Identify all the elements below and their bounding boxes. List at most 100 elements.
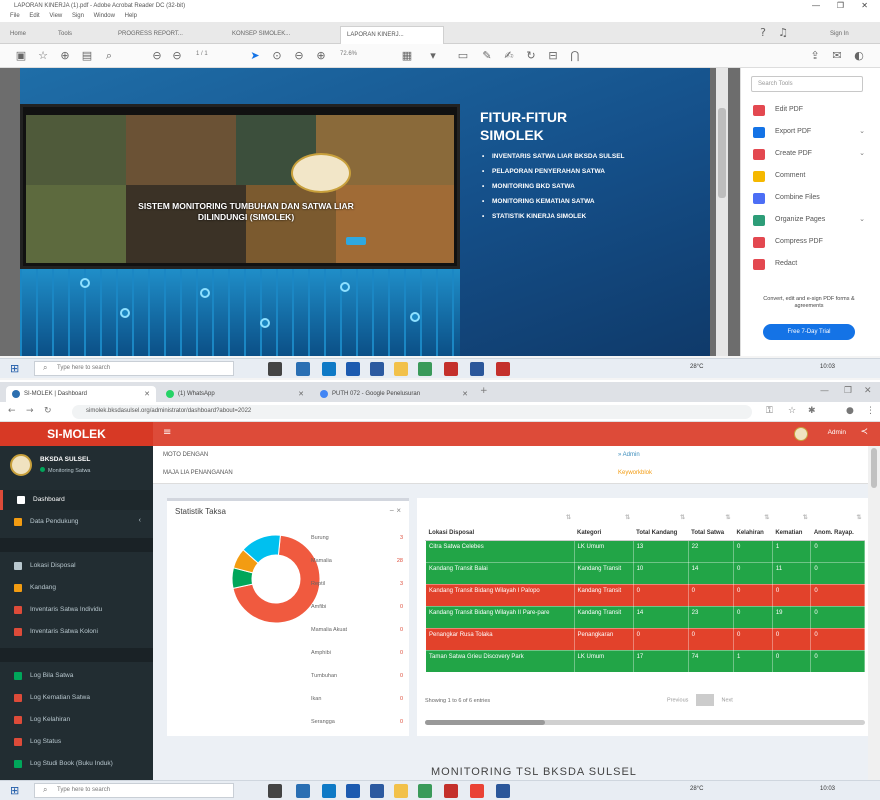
maximize-icon[interactable]: ❐ <box>837 1 844 10</box>
menu-window[interactable]: Window <box>94 13 115 19</box>
minimize-icon[interactable]: — <box>812 1 820 10</box>
share-icon[interactable]: ≺ <box>860 427 868 437</box>
weather[interactable]: 28°C <box>690 786 703 792</box>
menu-icon[interactable]: ⋮ <box>866 406 875 416</box>
clock-time[interactable]: 10:03 <box>820 786 835 792</box>
menu-sign[interactable]: Sign <box>72 13 84 19</box>
tab-simolek[interactable]: SI-MOLEK | Dashboard ✕ <box>6 386 156 402</box>
scroll-mode-icon[interactable]: ▾ <box>426 49 440 63</box>
menu-help[interactable]: Help <box>125 13 137 19</box>
document-scrollbar[interactable] <box>716 68 728 356</box>
table-header[interactable]: Anom. Rayap. ⇅ <box>810 510 865 541</box>
word-icon[interactable] <box>496 784 510 798</box>
tool-edit-pdf[interactable]: Edit PDF <box>753 104 873 120</box>
zoom-level[interactable]: 72.6% <box>340 51 357 57</box>
new-tab-icon[interactable]: + <box>480 386 488 396</box>
menu-view[interactable]: View <box>49 13 62 19</box>
email-icon[interactable]: ✉ <box>830 49 844 63</box>
tab-tools[interactable]: Tools <box>52 26 78 44</box>
tool-create-pdf[interactable]: Create PDF ⌄ <box>753 148 873 164</box>
sort-icon[interactable]: ⇅ <box>764 514 769 521</box>
forward-icon[interactable]: → <box>26 406 34 416</box>
file-explorer-icon[interactable] <box>296 784 310 798</box>
table-row[interactable]: Kandang Transit Balai Kandang Transit 10 14… <box>425 561 865 585</box>
close-tab-icon[interactable]: ✕ <box>144 390 150 398</box>
sort-icon[interactable]: ⇅ <box>856 514 861 521</box>
table-row[interactable]: Penangkar Rusa Tolaka Penangkaran 0 0 0 0 0 <box>425 627 865 651</box>
tab-whatsapp[interactable]: (1) WhatsApp ✕ <box>160 386 310 402</box>
app-icon[interactable] <box>418 784 432 798</box>
file-explorer-icon[interactable] <box>296 362 310 376</box>
hamburger-menu-icon[interactable]: ≡ <box>163 427 171 438</box>
profile-icon[interactable]: ● <box>846 406 854 416</box>
sign-in-link[interactable]: Sign In <box>824 26 855 44</box>
table-header[interactable]: Lokasi Disposal ⇅ <box>425 510 574 541</box>
share-file-icon[interactable]: ⇪ <box>808 49 822 63</box>
store-icon[interactable] <box>346 362 360 376</box>
sidebar-item-log-studi-book[interactable]: Log Studi Book (Buku Induk) <box>0 754 153 774</box>
lock-icon[interactable]: ⚿ <box>766 406 773 416</box>
sort-icon[interactable]: ⇅ <box>625 514 630 521</box>
pdf-app-icon[interactable] <box>496 362 510 376</box>
free-trial-button[interactable]: Free 7-Day Trial <box>763 324 855 340</box>
close-icon[interactable]: ✕ <box>864 386 872 396</box>
task-view-icon[interactable] <box>268 784 282 798</box>
tool-export-pdf[interactable]: Export PDF ⌄ <box>753 126 873 142</box>
mail-icon[interactable] <box>370 362 384 376</box>
table-scrollbar[interactable] <box>425 720 865 725</box>
reload-icon[interactable]: ↻ <box>44 406 52 416</box>
sign-icon[interactable]: ✍ <box>502 49 516 63</box>
folder-icon[interactable] <box>394 362 408 376</box>
highlight-icon[interactable]: ✎ <box>480 49 494 63</box>
table-row[interactable]: Kandang Transit Bidang Wilayah I Palopo K… <box>425 583 865 607</box>
store-icon[interactable] <box>346 784 360 798</box>
weather[interactable]: 28°C <box>690 364 703 370</box>
tool-redact[interactable]: Redact <box>753 258 873 274</box>
back-icon[interactable]: ← <box>8 406 16 416</box>
page-1-button[interactable] <box>695 694 714 706</box>
save-icon[interactable]: ▣ <box>14 49 28 63</box>
sidebar-item-inventaris-individu[interactable]: Inventaris Satwa Individu <box>0 600 153 620</box>
tab-doc-laporan[interactable]: LAPORAN KINERJ... <box>340 26 444 44</box>
table-header[interactable]: Kelahiran ⇅ <box>733 510 773 541</box>
simolek-brand[interactable]: SI-MOLEK <box>0 422 153 446</box>
tab-doc-progress[interactable]: PROGRESS REPORT... <box>112 26 189 44</box>
sidebar-item-log-bila-satwa[interactable]: Log Bila Satwa <box>0 666 153 686</box>
print-icon[interactable]: ▤ <box>80 49 94 63</box>
share-icon[interactable]: ↻ <box>524 49 538 63</box>
sidebar-toggle-icon[interactable]: ◐ <box>852 49 866 63</box>
fit-page-icon[interactable]: ▦ <box>400 49 414 63</box>
clock-time[interactable]: 10:03 <box>820 364 835 370</box>
task-view-icon[interactable] <box>268 362 282 376</box>
close-tab-icon[interactable]: ✕ <box>298 390 304 398</box>
table-header[interactable]: Total Kandang ⇅ <box>633 510 689 541</box>
help-icon[interactable]: ? <box>756 26 770 40</box>
hand-tool-icon[interactable]: ⊙ <box>270 49 284 63</box>
menu-edit[interactable]: Edit <box>29 13 39 19</box>
edge-icon[interactable] <box>322 784 336 798</box>
acrobat-icon[interactable] <box>444 784 458 798</box>
search-icon[interactable]: ⌕ <box>102 49 116 63</box>
url-input[interactable]: simolek.bksdasulsel.org/administrator/da… <box>72 405 752 419</box>
sidebar-item-log-status[interactable]: Log Status <box>0 732 153 752</box>
tool-compress-pdf[interactable]: Compress PDF <box>753 236 873 252</box>
sort-icon[interactable]: ⇅ <box>680 514 685 521</box>
sidebar-item-inventaris-koloni[interactable]: Inventaris Satwa Koloni <box>0 622 153 642</box>
next-page-icon[interactable]: ⊖ <box>170 49 184 63</box>
comment-icon[interactable]: ▭ <box>456 49 470 63</box>
sidebar-item-log-kelahiran[interactable]: Log Kelahiran <box>0 710 153 730</box>
box-tools[interactable]: − × <box>389 506 401 515</box>
page-counter[interactable]: 1 / 1 <box>196 51 208 57</box>
close-tab-icon[interactable]: ✕ <box>462 390 468 398</box>
sidebar-item-log-kematian[interactable]: Log Kematian Satwa <box>0 688 153 708</box>
table-row[interactable]: Kandang Transit Bidang Wilayah II Pare-p… <box>425 605 865 629</box>
extensions-icon[interactable]: ✱ <box>808 406 816 416</box>
user-avatar[interactable] <box>794 427 808 441</box>
taskbar-search[interactable]: ⌕ Type here to search <box>34 361 234 376</box>
zoom-in-icon[interactable]: ⊕ <box>314 49 328 63</box>
sidebar-item-dashboard[interactable]: Dashboard <box>0 490 153 510</box>
sort-icon[interactable]: ⇅ <box>803 514 808 521</box>
maximize-icon[interactable]: ❐ <box>844 386 852 396</box>
tool-organize-pages[interactable]: Organize Pages ⌄ <box>753 214 873 230</box>
star-icon[interactable]: ☆ <box>788 406 796 416</box>
